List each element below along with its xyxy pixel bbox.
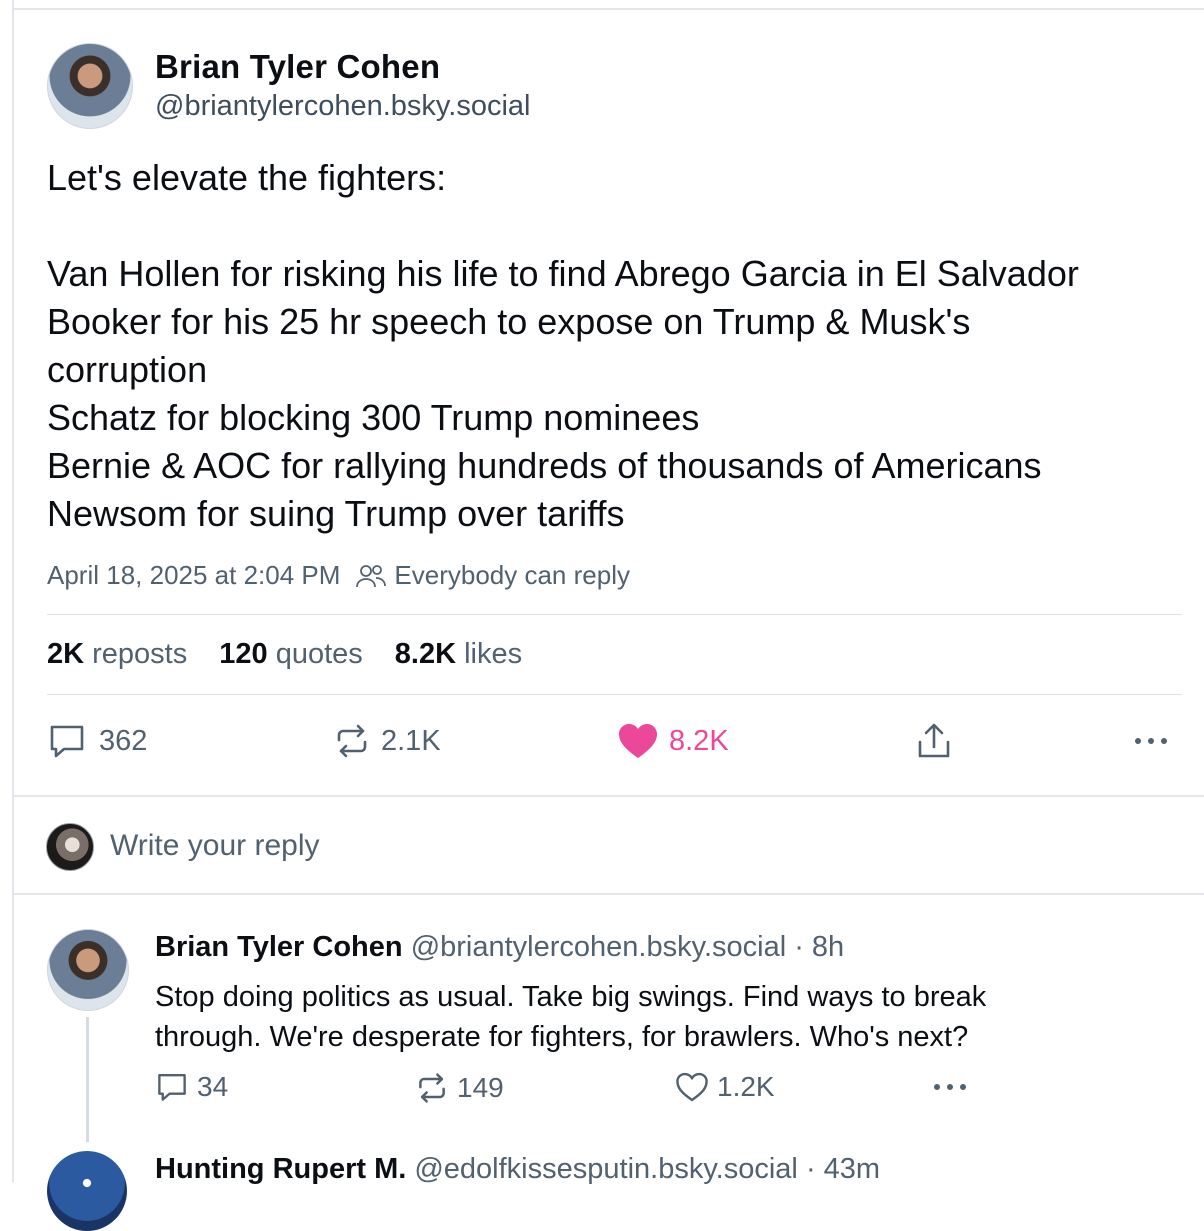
top-border [12,8,1204,10]
reply-author-handle[interactable]: @briantylercohen.bsky.social [411,931,786,963]
post-text-line: Van Hollen for risking his life to find … [47,253,1079,294]
likes-count: 8.2K [394,638,457,670]
quotes-label: quotes [275,638,363,670]
next-reply-time: · 43m [805,1153,881,1185]
likes-stat[interactable]: 8.2K likes [395,638,522,671]
next-reply-author-handle[interactable]: @edolfkissesputin.bsky.social [414,1153,798,1185]
reply-time: · 8h [794,931,845,963]
reply-placeholder[interactable]: Write your reply [110,829,320,863]
post-text-line: Let's elevate the fighters: [47,157,447,198]
reply-like-count: 1.2K [717,1071,775,1102]
reply-repost-button[interactable]: 149 [415,1071,504,1105]
reply-more-button[interactable] [930,1071,970,1103]
repost-icon [337,724,367,758]
repost-count: 2.1K [381,724,441,757]
comment-icon [158,1074,186,1101]
post-meta: April 18, 2025 at 2:04 PM Everybody can … [47,560,630,591]
post-text-line: Schatz for blocking 300 Trump nominees [47,397,700,438]
reposts-label: reposts [92,638,188,670]
quotes-stat[interactable]: 120 quotes [219,638,363,671]
share-button[interactable] [915,722,953,762]
people-icon [356,564,387,587]
likes-label: likes [464,638,523,670]
reply-text: Stop doing politics as usual. Take big s… [155,977,1135,1057]
repost-button[interactable]: 2.1K [333,722,441,760]
reply-post[interactable]: Brian Tyler Cohen @briantylercohen.bsky.… [14,895,1204,1231]
divider [47,694,1182,695]
reply-reply-button[interactable]: 34 [155,1071,228,1103]
reply-reply-count: 34 [197,1071,229,1102]
thread-line [86,1017,89,1142]
user-avatar [46,823,94,871]
reply-author-name[interactable]: Brian Tyler Cohen [155,931,403,963]
reply-text-line: through. We're desperate for fighters, f… [155,1021,969,1053]
like-button[interactable]: 8.2K [617,722,729,760]
reply-composer[interactable]: Write your reply [14,797,1204,893]
post-text-line: Newsom for suing Trump over tariffs [47,493,625,534]
post-stats: 2K reposts 120 quotes 8.2K likes [47,638,554,671]
post-timestamp[interactable]: April 18, 2025 at 2:04 PM [47,560,340,591]
reply-repost-count: 149 [457,1072,504,1103]
ellipsis-icon [1135,738,1167,744]
heart-icon [676,1072,708,1102]
reply-setting[interactable]: Everybody can reply [394,560,630,591]
quotes-count: 120 [219,638,268,670]
repost-icon [419,1073,445,1103]
post-text: Let's elevate the fighters: Van Hollen f… [47,154,1187,538]
reply-actions: 34 149 1.2K [155,1071,1005,1111]
reply-count: 362 [99,724,148,757]
post-text-line: corruption [47,349,208,390]
comment-icon [50,725,84,758]
reply-header: Brian Tyler Cohen @briantylercohen.bsky.… [155,931,844,964]
author-avatar[interactable] [47,43,133,129]
author-name[interactable]: Brian Tyler Cohen [155,48,440,86]
share-icon [918,723,950,758]
divider [47,614,1182,615]
more-options-button[interactable] [1132,722,1172,760]
reposts-count: 2K [47,638,85,670]
reply-like-button[interactable]: 1.2K [675,1071,775,1103]
reposts-stat[interactable]: 2K reposts [47,638,187,671]
post-text-line: Bernie & AOC for rallying hundreds of th… [47,445,1042,486]
ellipsis-icon [934,1084,966,1090]
post-text-line [47,202,1187,250]
next-reply-header: Hunting Rupert M. @edolfkissesputin.bsky… [155,1153,880,1186]
reply-text-line: Stop doing politics as usual. Take big s… [155,981,987,1013]
next-reply-author-name[interactable]: Hunting Rupert M. [155,1153,406,1185]
heart-filled-icon [619,724,657,758]
post-text-line: Booker for his 25 hr speech to expose on… [47,301,971,342]
like-count: 8.2K [669,724,729,757]
post-actions: 362 2.1K 8.2K [47,722,1187,772]
reply-button[interactable]: 362 [47,722,147,760]
next-reply-avatar[interactable] [47,1151,127,1231]
author-handle[interactable]: @briantylercohen.bsky.social [155,90,530,123]
reply-author-avatar[interactable] [47,929,129,1011]
